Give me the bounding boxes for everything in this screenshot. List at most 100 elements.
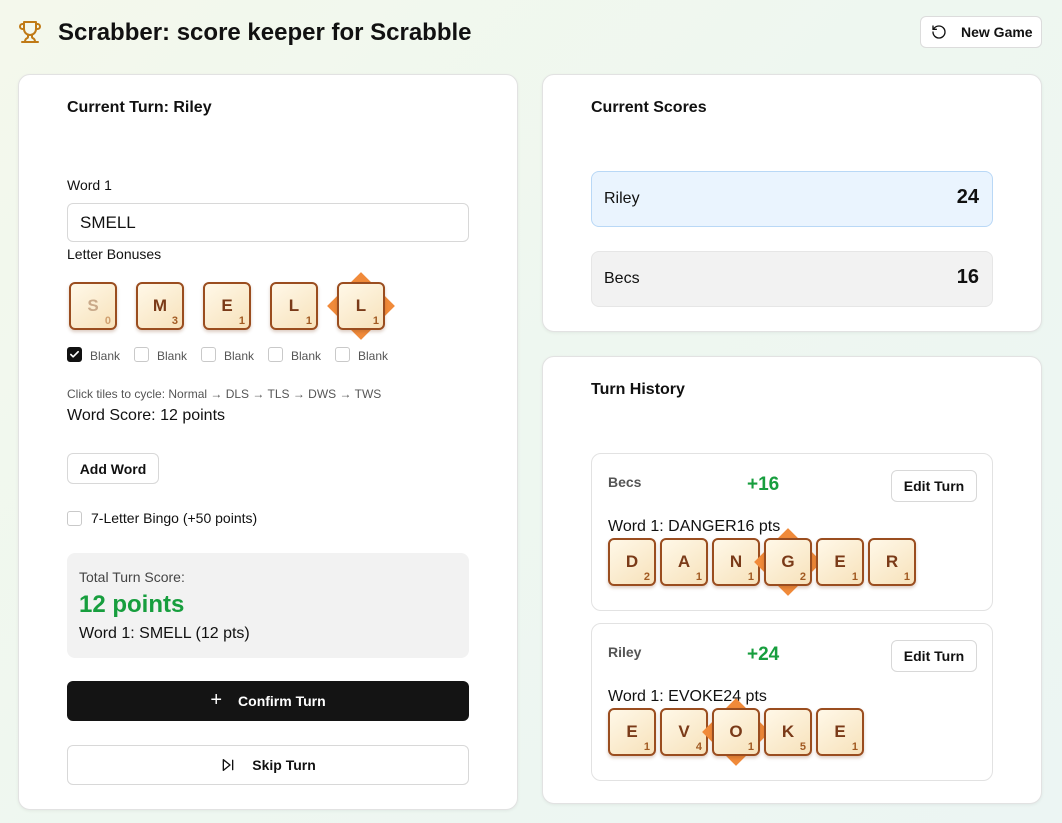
- letter-tile: N1: [712, 538, 760, 586]
- tile-letter: M: [152, 296, 168, 315]
- bingo-label: 7-Letter Bingo (+50 points): [91, 510, 258, 526]
- confirm-turn-label: Confirm Turn: [238, 693, 326, 709]
- confirm-turn-button[interactable]: + Confirm Turn: [67, 681, 469, 721]
- tile-letter: E: [626, 722, 638, 741]
- total-turn-detail: Word 1: SMELL (12 pts): [79, 625, 250, 642]
- letter-tile: O1: [712, 708, 760, 756]
- total-turn-points: 12 points: [79, 591, 185, 618]
- history-player: Becs: [608, 474, 642, 490]
- bingo-checkbox[interactable]: [67, 510, 82, 526]
- letter-tile[interactable]: M3: [136, 282, 184, 330]
- tile-letter: L: [288, 296, 300, 315]
- tile-letter: E: [221, 296, 233, 315]
- blank-toggle[interactable]: Blank: [201, 345, 254, 363]
- letter-tile-wrapper: E1: [203, 282, 251, 330]
- tile-value: 1: [903, 571, 910, 583]
- blank-checkbox[interactable]: [335, 346, 350, 362]
- tile-letter: L: [355, 296, 367, 315]
- letter-tile: R1: [868, 538, 916, 586]
- letter-bonuses-label: Letter Bonuses: [67, 246, 162, 262]
- blank-label: Blank: [224, 349, 255, 363]
- letter-tile: A1: [660, 538, 708, 586]
- tile-letter: E: [834, 552, 846, 571]
- letter-tile[interactable]: L1: [337, 282, 385, 330]
- letter-tile-wrapper: M3: [136, 282, 184, 330]
- word-label: Word 1: [67, 177, 112, 193]
- new-game-button[interactable]: New Game: [920, 16, 1042, 48]
- new-game-label: New Game: [961, 24, 1033, 40]
- blank-checkbox[interactable]: [134, 346, 149, 362]
- tile-value: 5: [799, 741, 806, 753]
- letter-tiles-row: S0M3E1L1L1: [69, 272, 469, 342]
- player-score: 16: [956, 266, 979, 288]
- tile-cycle-hint: Click tiles to cycle: Normal → DLS → TLS…: [67, 387, 382, 401]
- score-row-riley: Riley 24: [591, 171, 993, 227]
- app-title: Scrabber: score keeper for Scrabble: [58, 19, 472, 46]
- tile-letter: D: [625, 552, 639, 571]
- letter-tile: E1: [816, 708, 864, 756]
- blank-toggle[interactable]: Blank: [268, 345, 321, 363]
- letter-tile: G2: [764, 538, 812, 586]
- skip-forward-icon: [222, 759, 234, 771]
- add-word-button[interactable]: Add Word: [67, 453, 159, 484]
- tile-letter: V: [678, 722, 690, 741]
- history-tiles: D2A1N1G2E1R1: [608, 528, 988, 596]
- letter-tile-wrapper: V4: [660, 708, 708, 756]
- history-word-line: Word 1: DANGER16 pts: [608, 518, 781, 535]
- player-name: Riley: [604, 190, 640, 207]
- history-tiles: E1V4O1K5E1: [608, 698, 988, 766]
- tile-letter: S: [87, 296, 99, 315]
- blank-checkbox[interactable]: [268, 346, 283, 362]
- letter-tile-wrapper: S0: [69, 282, 117, 330]
- tile-value: 4: [695, 741, 702, 753]
- skip-turn-label: Skip Turn: [252, 757, 316, 773]
- letter-tile[interactable]: S0: [69, 282, 117, 330]
- history-word-line: Word 1: EVOKE24 pts: [608, 688, 767, 705]
- word-input[interactable]: [67, 203, 469, 242]
- current-scores-card: Current Scores Riley 24 Becs 16: [542, 74, 1042, 332]
- turn-history-title: Turn History: [591, 381, 685, 398]
- blank-label: Blank: [90, 349, 121, 363]
- player-name: Becs: [604, 270, 640, 287]
- tile-value: 1: [238, 315, 245, 327]
- letter-tile-wrapper: D2: [608, 538, 656, 586]
- tile-value: 1: [372, 315, 379, 327]
- letter-tile-wrapper: N1: [712, 538, 760, 586]
- blank-toggle[interactable]: Blank: [67, 345, 120, 363]
- plus-icon: +: [210, 688, 223, 711]
- letter-tile[interactable]: E1: [203, 282, 251, 330]
- history-points: +16: [747, 474, 780, 495]
- letter-tile: E1: [816, 538, 864, 586]
- tile-value: 0: [104, 315, 111, 327]
- current-turn-title: Current Turn: Riley: [67, 99, 212, 116]
- check-icon: [70, 350, 79, 358]
- blank-toggle[interactable]: Blank: [335, 345, 388, 363]
- blank-checkbox[interactable]: [67, 346, 82, 362]
- score-row-becs: Becs 16: [591, 251, 993, 307]
- blank-toggle[interactable]: Blank: [134, 345, 187, 363]
- tile-letter: A: [677, 552, 691, 571]
- letter-tile: E1: [608, 708, 656, 756]
- tile-value: 1: [695, 571, 702, 583]
- history-entry: Riley +24 Edit Turn Word 1: EVOKE24 pts …: [591, 623, 993, 781]
- skip-turn-button[interactable]: Skip Turn: [67, 745, 469, 785]
- tile-letter: K: [781, 722, 795, 741]
- letter-tile: K5: [764, 708, 812, 756]
- current-scores-title: Current Scores: [591, 99, 707, 116]
- bingo-option[interactable]: 7-Letter Bingo (+50 points): [67, 510, 257, 526]
- letter-tile-wrapper: E1: [816, 708, 864, 756]
- blank-label: Blank: [291, 349, 322, 363]
- blank-label: Blank: [157, 349, 188, 363]
- rotate-ccw-icon: [932, 25, 946, 39]
- letter-tile[interactable]: L1: [270, 282, 318, 330]
- letter-tile-wrapper: G2: [754, 528, 822, 596]
- edit-turn-button[interactable]: Edit Turn: [891, 640, 977, 672]
- total-turn-score-panel: Total Turn Score: 12 points Word 1: SMEL…: [67, 553, 469, 658]
- letter-tile: D2: [608, 538, 656, 586]
- blank-checkbox[interactable]: [201, 346, 216, 362]
- history-entry: Becs +16 Edit Turn Word 1: DANGER16 pts …: [591, 453, 993, 611]
- player-score: 24: [956, 186, 979, 208]
- tile-letter: G: [781, 552, 795, 571]
- edit-turn-button[interactable]: Edit Turn: [891, 470, 977, 502]
- tile-value: 1: [305, 315, 312, 327]
